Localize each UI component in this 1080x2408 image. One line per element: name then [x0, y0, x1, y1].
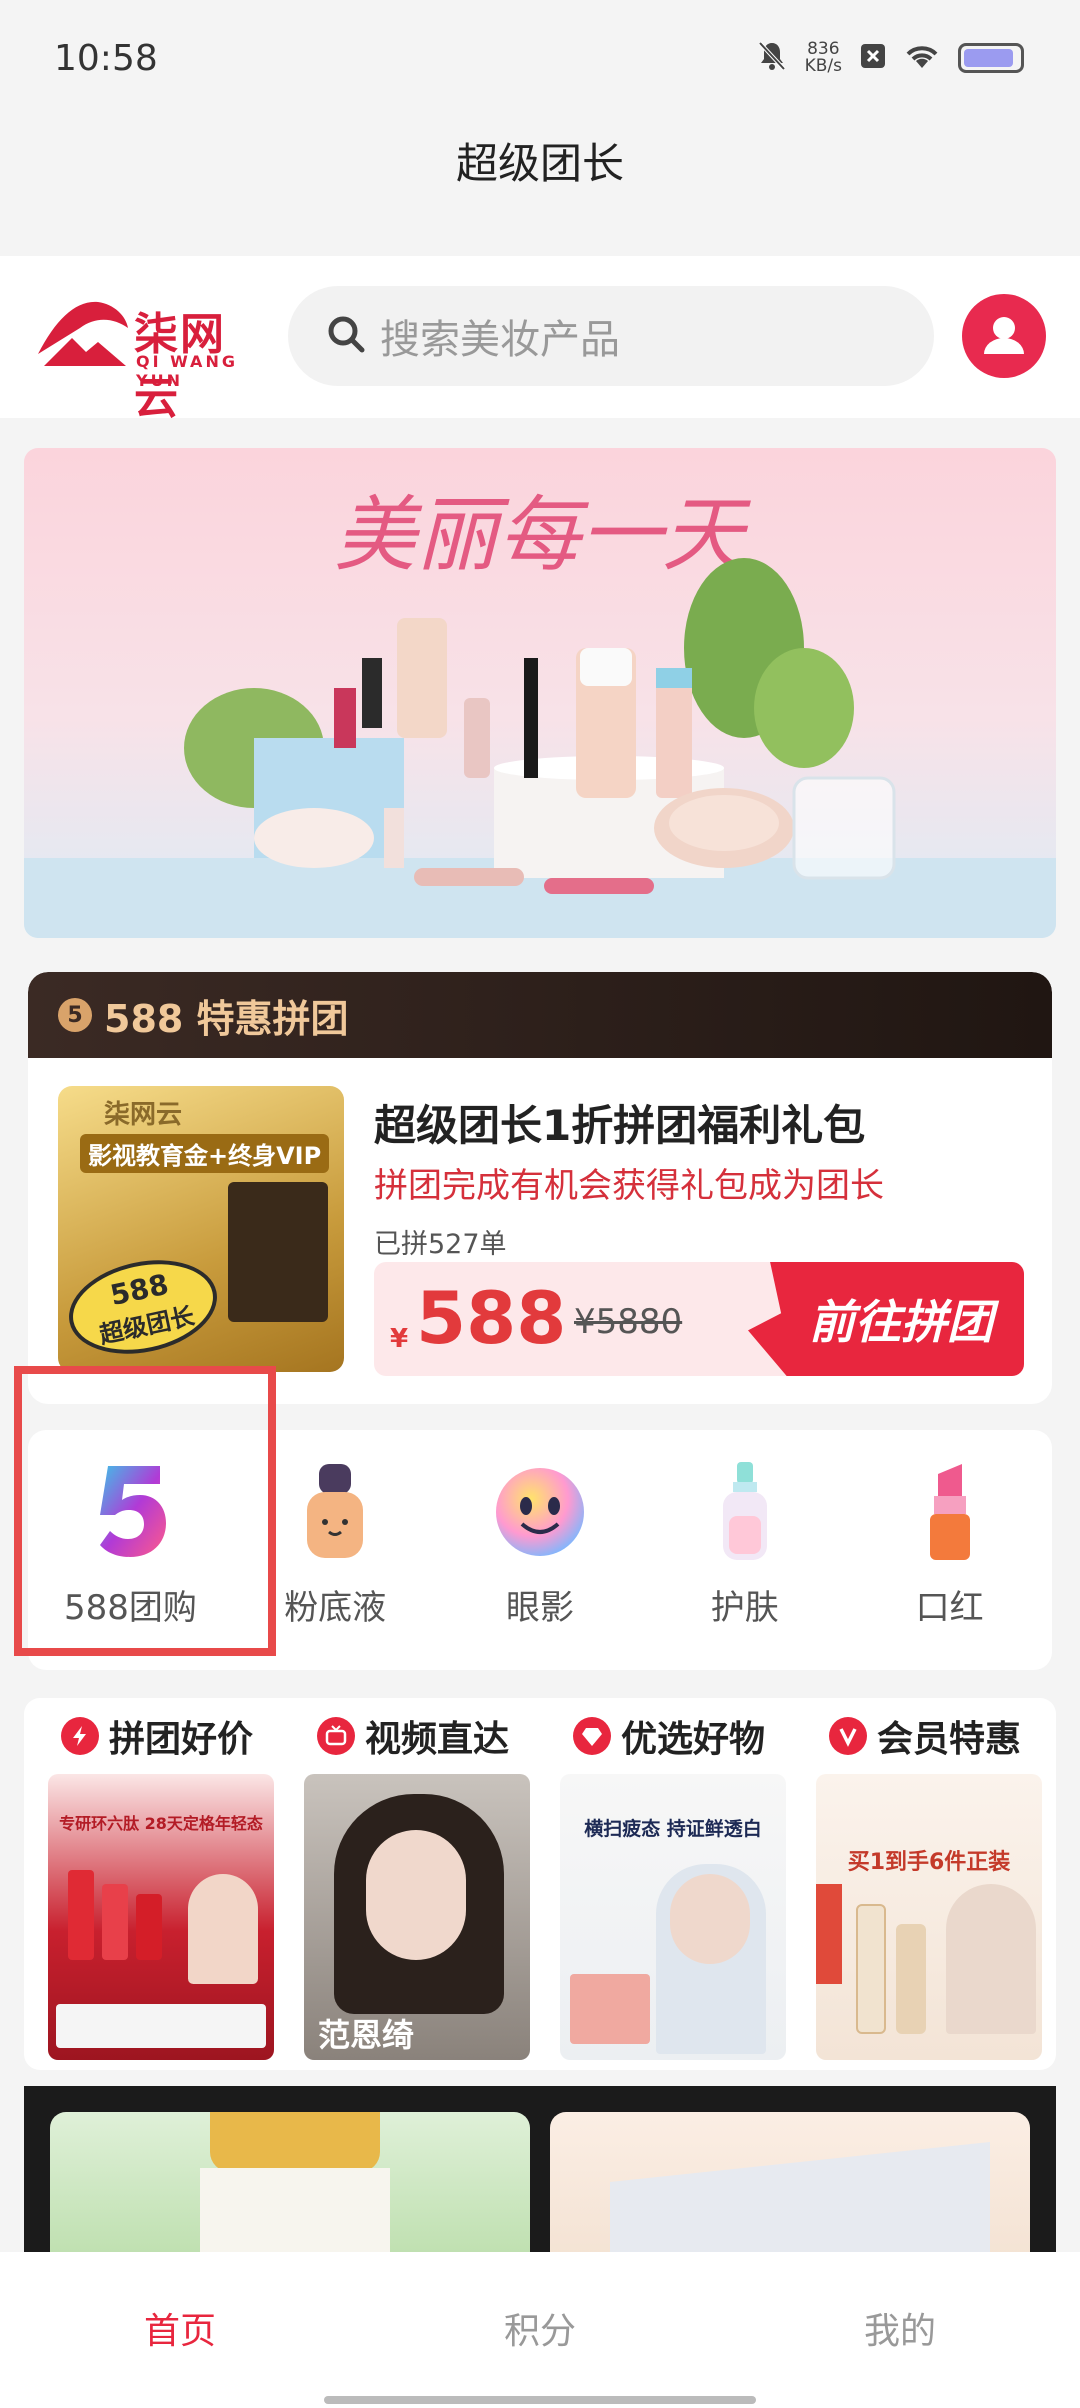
product-bottle: [68, 1870, 94, 1960]
category-item-skincare[interactable]: 护肤: [642, 1430, 847, 1670]
person-name: 范恩绮: [318, 2016, 415, 2054]
lipstick-icon: [929, 1464, 970, 1560]
product-strip: [56, 2004, 266, 2048]
price-box: ¥ 588 ¥5880 前往拼团: [374, 1262, 1024, 1376]
product-bottle: [102, 1884, 128, 1960]
status-time: 10:58: [54, 38, 158, 79]
feature-label: 视频直达: [364, 1719, 509, 1760]
product-bottle: [856, 1904, 886, 2034]
nav-points[interactable]: 积分: [360, 2252, 720, 2408]
feature-video[interactable]: 视频直达 范恩绮: [288, 1698, 538, 2070]
category-item-lipstick[interactable]: 口红: [847, 1430, 1052, 1670]
feature-group-deals[interactable]: 拼团好价 专研环六肽 28天定格年轻态: [32, 1698, 282, 2070]
network-speed-unit: KB/s: [804, 56, 842, 76]
skincare-bottle-icon: [722, 1462, 767, 1560]
image-headline: 影视教育金+终身VIP: [80, 1134, 330, 1173]
join-group-button[interactable]: 前往拼团: [748, 1262, 1024, 1376]
promo-banner[interactable]: 美丽每一天: [24, 448, 1056, 938]
image-badge-text: 超级团长: [97, 1301, 197, 1350]
feature-label: 会员特惠: [876, 1719, 1021, 1760]
user-icon: [984, 317, 1024, 354]
wifi-icon: [904, 42, 940, 74]
group-buy-card: 5 588 特惠拼团 柒网云 影视教育金+终身VIP 588 超级团长 超级团长…: [28, 972, 1052, 1404]
group-buy-product-subtitle: 拼团完成有机会获得礼包成为团长: [374, 1166, 884, 1206]
status-bar: 10:58 836 KB/s: [0, 0, 1080, 120]
mute-bell-icon: [757, 40, 787, 76]
feature-image-member[interactable]: 买1到手6件正装: [816, 1774, 1042, 2060]
product-list: [24, 2086, 1056, 2256]
product-can: [200, 2168, 390, 2256]
image-badge: 588 超级团长: [60, 1247, 226, 1367]
group-buy-header: 5 588 特惠拼团: [28, 972, 1052, 1058]
feature-image-proya[interactable]: 横扫疲态 持证鲜透白: [560, 1774, 786, 2060]
product-card-gift-box[interactable]: [550, 2112, 1030, 2256]
home-indicator[interactable]: [324, 2396, 756, 2404]
feature-title: 优选好物: [544, 1710, 794, 1762]
feature-image-kans[interactable]: 专研环六肽 28天定格年轻态: [48, 1774, 274, 2060]
feature-image-text: 横扫疲态 持证鲜透白: [584, 1818, 762, 1840]
cosmetics-product-illustration: [24, 558, 1056, 938]
feature-image-text: 买1到手6件正装: [847, 1850, 1011, 1875]
header: 柒网云 QI WANG YUN 搜索美妆产品: [0, 256, 1080, 424]
tv-icon: [316, 1717, 355, 1755]
group-buy-product-title[interactable]: 超级团长1折拼团福利礼包: [374, 1092, 865, 1153]
eyeshadow-smiley-icon: [495, 1468, 584, 1556]
product-bottle: [136, 1894, 162, 1960]
product-box: [570, 1974, 650, 2044]
current-price: 588: [416, 1276, 567, 1360]
feature-section: 拼团好价 专研环六肽 28天定格年轻态 视频直达 范恩绮 优选好物 横扫疲态 持…: [24, 1698, 1056, 2070]
feature-title: 视频直达: [288, 1710, 538, 1762]
face-shape: [366, 1830, 466, 1960]
mountain-logo-icon: [38, 301, 128, 366]
network-speed: 836 KB/s: [805, 41, 842, 75]
model-portrait: [188, 1874, 258, 1984]
nav-home[interactable]: 首页: [0, 2252, 360, 2408]
price-tag: [816, 1884, 842, 1984]
category-label: 眼影: [505, 1588, 574, 1628]
search-icon: [326, 314, 366, 358]
original-price: ¥5880: [574, 1302, 683, 1342]
feature-image-video[interactable]: 范恩绮: [304, 1774, 530, 2060]
feature-image-text: 专研环六肽 28天定格年轻态: [59, 1814, 263, 1833]
category-label: 护肤: [710, 1588, 779, 1628]
image-brand: 柒网云: [104, 1100, 183, 1130]
v-badge-icon: [828, 1717, 867, 1755]
logo-text-en: QI WANG YUN: [136, 352, 238, 390]
category-label: 口红: [915, 1588, 984, 1628]
join-group-button-label: 前往拼团: [809, 1295, 993, 1349]
feature-label: 优选好物: [620, 1719, 765, 1760]
product-can-lid: [210, 2112, 380, 2172]
battery-icon: [958, 43, 1024, 73]
search-placeholder: 搜索美妆产品: [380, 317, 620, 363]
diamond-icon: [572, 1717, 611, 1755]
search-input[interactable]: 搜索美妆产品: [288, 286, 934, 386]
face-shape: [670, 1874, 750, 1964]
nav-mine[interactable]: 我的: [720, 2252, 1080, 2408]
feature-member-deals[interactable]: 会员特惠 买1到手6件正装: [800, 1698, 1050, 2070]
group-buy-sold-count: 已拼527单: [374, 1229, 507, 1260]
product-card-milk-powder[interactable]: [50, 2112, 530, 2256]
feature-title: 会员特惠: [800, 1710, 1050, 1762]
highlight-box: [14, 1366, 276, 1656]
model-portrait: [946, 1884, 1036, 2034]
foundation-bottle-icon: [307, 1464, 364, 1558]
profile-button[interactable]: [962, 294, 1046, 378]
feature-title: 拼团好价: [32, 1710, 282, 1762]
status-icons: 836 KB/s: [757, 40, 1024, 76]
lightning-icon: [60, 1717, 99, 1755]
app-logo[interactable]: 柒网云 QI WANG YUN: [36, 294, 266, 424]
bottom-navigation: 首页 积分 我的: [0, 2252, 1080, 2408]
page-title: 超级团长: [455, 139, 624, 188]
group-buy-section-title: 588 特惠拼团: [104, 996, 349, 1041]
group-buy-product-image[interactable]: 柒网云 影视教育金+终身VIP 588 超级团长: [58, 1086, 344, 1372]
feature-selected-goods[interactable]: 优选好物 横扫疲态 持证鲜透白: [544, 1698, 794, 2070]
product-box: [610, 2142, 990, 2256]
price-currency: ¥: [390, 1324, 409, 1354]
product-bottle: [896, 1924, 926, 2034]
feature-label: 拼团好价: [108, 1719, 253, 1760]
category-item-eyeshadow[interactable]: 眼影: [438, 1430, 643, 1670]
five-badge-icon: 5: [58, 998, 92, 1032]
x-box-icon: [860, 43, 886, 73]
product-grid-thumb: [228, 1182, 328, 1322]
